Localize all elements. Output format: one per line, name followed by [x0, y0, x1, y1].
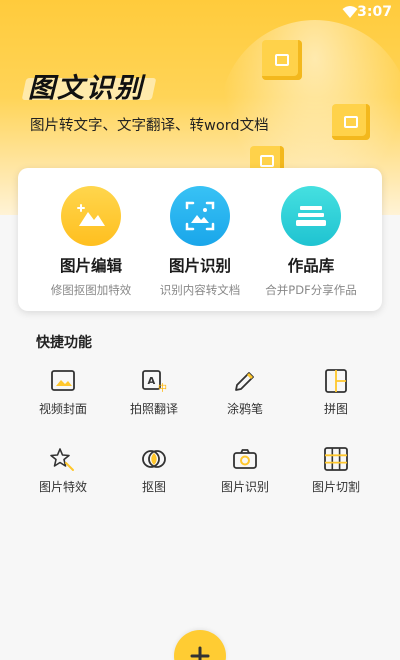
main-features-card: 图片编辑 修图抠图加特效 图片识别 识别内容转文档 作品库 合并PDF分享作品	[18, 168, 382, 311]
plus-icon	[190, 646, 210, 660]
scan-image-icon	[170, 186, 230, 246]
feature-desc: 修图抠图加特效	[50, 283, 132, 297]
decorative-cube-icon	[332, 104, 370, 140]
tool-label: 视频封面	[38, 402, 87, 416]
quick-functions-title: 快捷功能	[36, 335, 92, 351]
feature-title: 图片编辑	[59, 257, 122, 275]
feature-image-edit[interactable]: 图片编辑 修图抠图加特效	[31, 186, 151, 298]
status-time: 3:07	[357, 4, 392, 20]
tool-collage[interactable]: 拼图	[291, 368, 381, 417]
tool-label: 涂鸦笔	[226, 402, 263, 416]
tool-label: 抠图	[141, 480, 166, 494]
tool-label: 图片识别	[220, 480, 269, 494]
tool-label: 拍照翻译	[129, 402, 178, 416]
decorative-cube-icon	[262, 40, 302, 80]
feature-desc: 识别内容转文档	[159, 283, 241, 297]
add-button[interactable]	[174, 630, 226, 660]
video-cover-icon	[51, 370, 75, 391]
tool-image-split[interactable]: 图片切割	[291, 446, 381, 495]
tool-video-cover[interactable]: 视频封面	[18, 368, 108, 417]
grid-cut-icon	[324, 447, 348, 471]
tool-label: 拼图	[323, 402, 348, 416]
star-effect-icon	[50, 448, 74, 471]
tool-cutout[interactable]: 抠图	[109, 446, 199, 495]
tool-label: 图片切割	[311, 480, 360, 494]
feature-title: 作品库	[287, 257, 335, 275]
stack-icon	[281, 186, 341, 246]
status-bar: 3:07	[0, 0, 400, 26]
tool-label: 图片特效	[38, 480, 87, 494]
translate-icon: A 中	[142, 370, 167, 394]
tool-image-effects[interactable]: 图片特效	[18, 446, 108, 495]
tool-image-recognition[interactable]: 图片识别	[200, 446, 290, 495]
page-subtitle: 图片转文字、文字翻译、转word文档	[30, 118, 269, 134]
tool-photo-translate[interactable]: A 中 拍照翻译	[109, 368, 199, 417]
page-title: 图文识别	[28, 73, 144, 104]
feature-image-recognition[interactable]: 图片识别 识别内容转文档	[140, 186, 260, 298]
camera-icon	[233, 449, 257, 469]
svg-text:中: 中	[158, 382, 167, 394]
tool-doodle-pen[interactable]: 涂鸦笔	[200, 368, 290, 417]
cutout-icon	[142, 450, 166, 468]
feature-desc: 合并PDF分享作品	[265, 283, 357, 297]
mountain-edit-icon	[61, 186, 121, 246]
svg-text:A: A	[148, 376, 156, 387]
collage-icon	[325, 369, 347, 393]
feature-works-library[interactable]: 作品库 合并PDF分享作品	[251, 186, 371, 298]
pencil-icon	[235, 372, 254, 391]
feature-title: 图片识别	[168, 257, 231, 275]
wifi-icon	[342, 6, 358, 18]
